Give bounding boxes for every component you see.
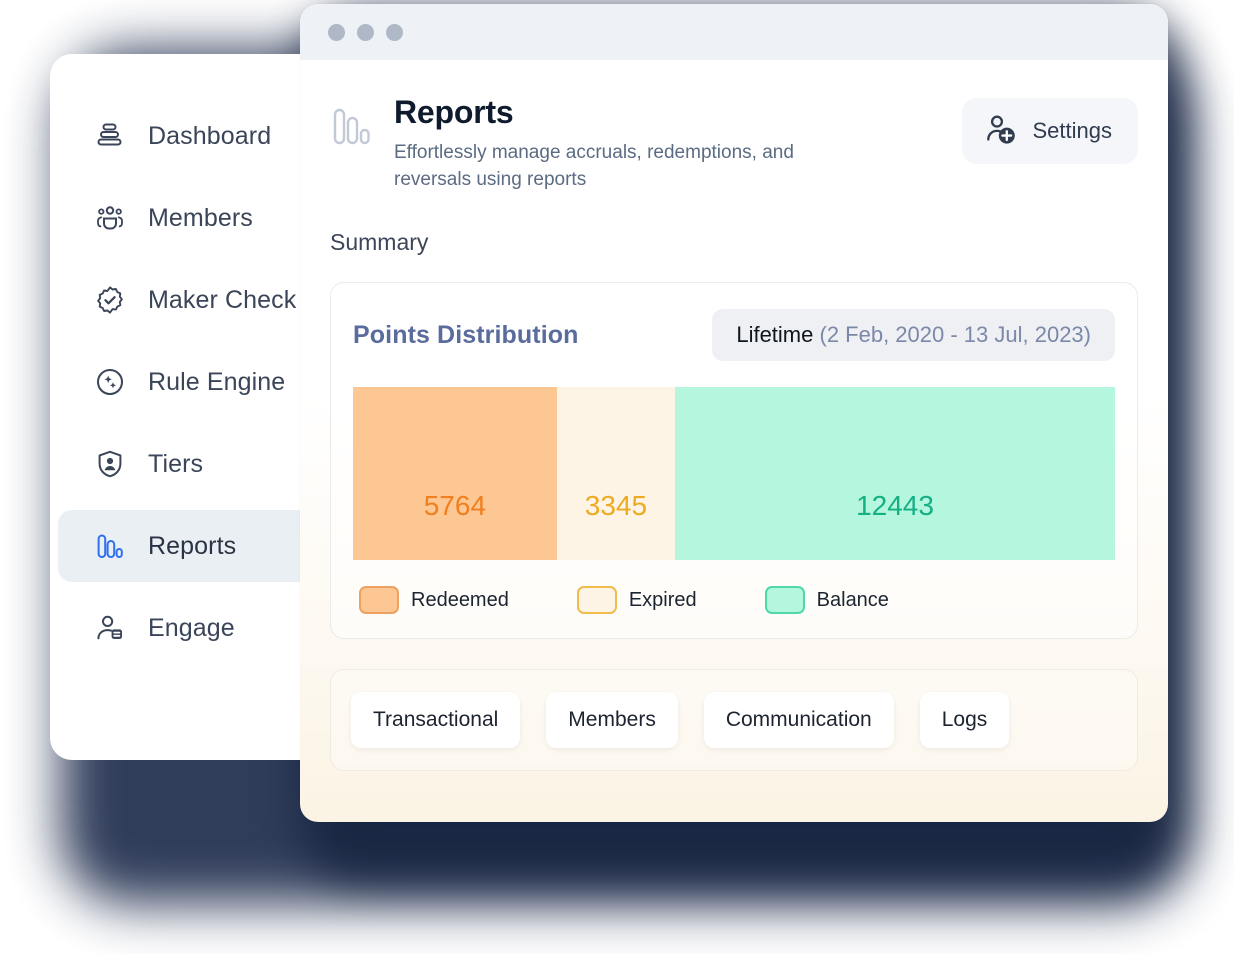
- legend-item-balance[interactable]: Balance: [764, 586, 889, 614]
- legend-label: Redeemed: [411, 588, 509, 611]
- engage-user-icon: [94, 612, 126, 644]
- add-user-icon: [984, 113, 1018, 150]
- sidebar-item-label: Engage: [148, 613, 235, 642]
- minimize-window-dot[interactable]: [357, 23, 374, 41]
- bar-segment-balance[interactable]: 12443: [675, 387, 1115, 560]
- legend-swatch-redeemed: [359, 586, 399, 614]
- page-header: Reports Effortlessly manage accruals, re…: [330, 92, 1138, 193]
- report-tabs-card: Transactional Members Communication Logs: [330, 669, 1138, 771]
- date-range-label: Lifetime: [736, 322, 814, 347]
- bar-value-label: 3345: [584, 490, 648, 521]
- legend-label: Expired: [628, 588, 697, 611]
- rule-engine-icon: [94, 366, 126, 398]
- sidebar-item-label: Tiers: [148, 449, 204, 478]
- screenshot-stage: Dashboard Members Maker Check Rule Engin…: [0, 0, 1234, 954]
- sidebar-item-label: Dashboard: [148, 121, 272, 150]
- bar-segment-redeemed[interactable]: 5764: [353, 387, 557, 560]
- members-icon: [94, 202, 126, 234]
- bar-chart-icon: [94, 530, 126, 562]
- chart-legend: Redeemed Expired Balance: [353, 586, 1115, 614]
- bar-segment-expired[interactable]: 3345: [556, 387, 676, 560]
- bar-value-label: 5764: [423, 490, 487, 521]
- chart-title: Points Distribution: [353, 320, 579, 349]
- tab-communication[interactable]: Communication: [703, 692, 894, 748]
- main-window: Reports Effortlessly manage accruals, re…: [300, 4, 1168, 822]
- points-distribution-card: Points Distribution Lifetime (2 Feb, 202…: [330, 282, 1138, 639]
- chart-header: Points Distribution Lifetime (2 Feb, 202…: [353, 309, 1115, 361]
- tab-logs[interactable]: Logs: [919, 692, 1010, 748]
- verified-check-icon: [94, 284, 126, 316]
- main-content: Reports Effortlessly manage accruals, re…: [300, 60, 1168, 771]
- date-range-selector[interactable]: Lifetime (2 Feb, 2020 - 13 Jul, 2023): [712, 309, 1115, 361]
- settings-button-label: Settings: [1032, 118, 1113, 143]
- settings-button[interactable]: Settings: [961, 98, 1138, 164]
- tab-members[interactable]: Members: [546, 692, 678, 748]
- maximize-window-dot[interactable]: [386, 23, 403, 41]
- legend-label: Balance: [816, 588, 889, 611]
- dashboard-icon: [94, 120, 126, 152]
- legend-swatch-expired: [576, 586, 617, 614]
- shield-user-icon: [94, 448, 126, 480]
- legend-swatch-balance: [764, 586, 805, 614]
- sidebar-item-label: Reports: [148, 531, 237, 560]
- bar-value-label: 12443: [856, 490, 934, 521]
- tab-transactional[interactable]: Transactional: [351, 692, 521, 748]
- legend-item-expired[interactable]: Expired: [576, 586, 697, 614]
- close-window-dot[interactable]: [328, 23, 345, 41]
- legend-item-redeemed[interactable]: Redeemed: [359, 586, 509, 614]
- summary-heading: Summary: [330, 229, 429, 255]
- window-titlebar: [300, 4, 1168, 60]
- points-distribution-bars: 5764 3345 12443: [353, 387, 1115, 560]
- page-subtitle: Effortlessly manage accruals, redemption…: [394, 142, 794, 190]
- sidebar-item-label: Members: [148, 203, 253, 232]
- sidebar-item-label: Rule Engine: [148, 367, 286, 396]
- sidebar-item-label: Maker Check: [148, 285, 297, 314]
- bar-chart-icon: [330, 106, 374, 155]
- date-range-dates: (2 Feb, 2020 - 13 Jul, 2023): [819, 322, 1092, 347]
